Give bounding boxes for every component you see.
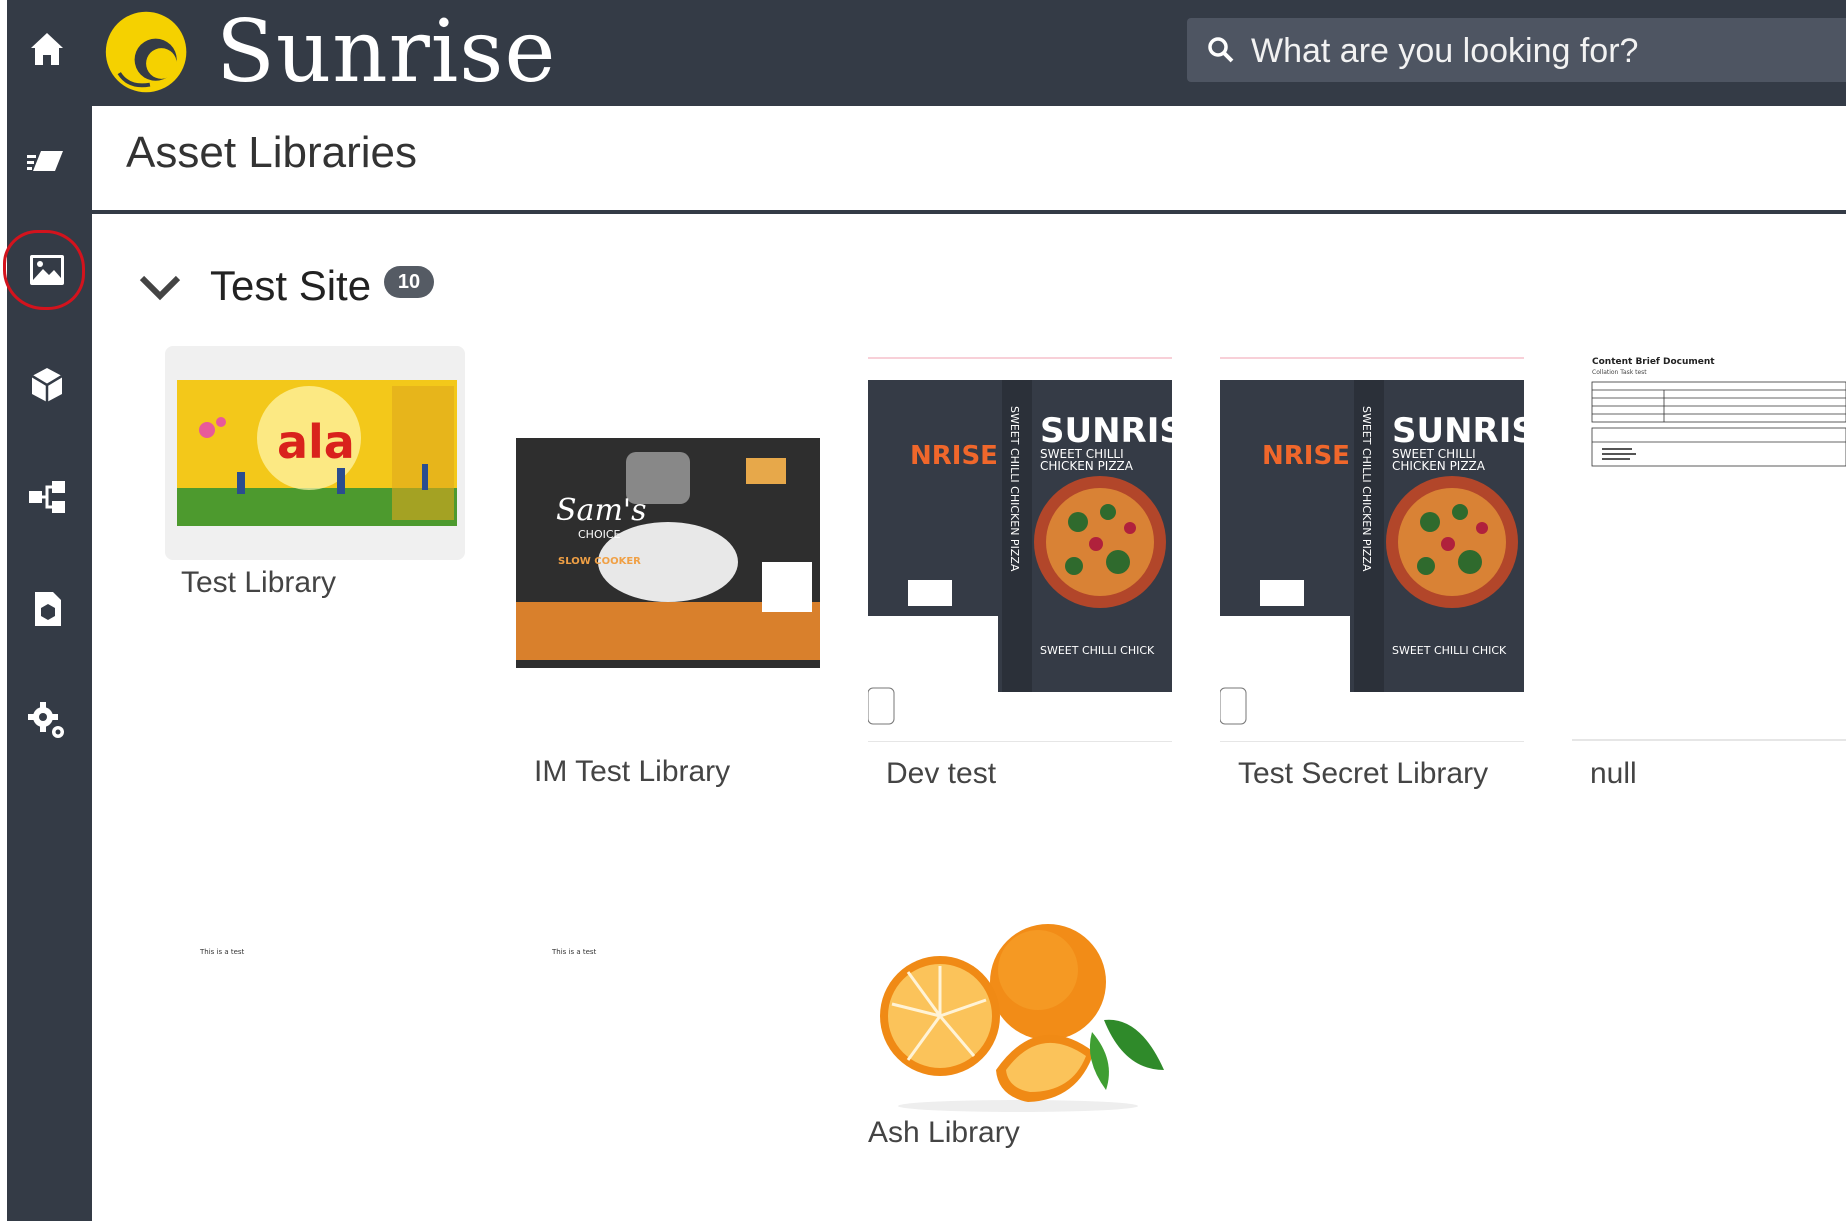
brand-name[interactable]: Sunrise	[216, 2, 556, 102]
sunrise-logo[interactable]	[100, 6, 196, 98]
library-thumbnail: NRISE SUNRISE SWEET CHILLI CHICKEN PIZZA…	[868, 352, 1172, 742]
library-thumbnail	[878, 920, 1168, 1114]
thumb-text-test: This is a test	[551, 948, 597, 956]
library-tile-test-secret-library[interactable]: NRISE SUNRISE SWEET CHILLI CHICKEN PIZZA…	[1220, 352, 1532, 800]
library-tile-null[interactable]: Content Brief Document Collation Task te…	[1572, 352, 1846, 800]
thumb-pizza-spine: SWEET CHILLI CHICKEN PIZZA	[1008, 406, 1021, 572]
library-tile-test-library[interactable]: ala Test Library	[165, 346, 469, 616]
library-label: Test Library	[181, 566, 337, 599]
thumb-sams-choice: CHOICE	[578, 528, 621, 541]
library-tile-im-test-library[interactable]: Sam's CHOICE SLOW COOKER IM Test Library	[516, 410, 828, 800]
nav-documents[interactable]	[22, 584, 72, 634]
home-icon	[31, 33, 63, 65]
library-label: null	[1590, 757, 1637, 790]
page-header: Asset Libraries	[92, 106, 1846, 214]
sidebar	[0, 0, 92, 1221]
thumb-pizza-footer: SWEET CHILLI CHICK	[1392, 644, 1507, 657]
document-cube-icon	[35, 592, 61, 626]
library-thumbnail: Sam's CHOICE SLOW COOKER	[516, 422, 820, 680]
thumb-pizza-brand-cut: NRISE	[1262, 441, 1350, 471]
thumb-doc-title: Content Brief Document	[1592, 357, 1715, 367]
library-label: Test Secret Library	[1238, 757, 1489, 790]
search-icon	[1208, 37, 1234, 63]
group-name: Test Site	[210, 262, 372, 309]
thumb-sams-product: SLOW COOKER	[558, 556, 641, 567]
library-thumbnail: Content Brief Document Collation Task te…	[1572, 352, 1846, 742]
library-tile-ash-library[interactable]: Ash Library	[868, 920, 1180, 1170]
chevron-down-icon[interactable]	[138, 272, 182, 302]
thumb-pizza-footer: SWEET CHILLI CHICK	[1040, 644, 1155, 657]
library-tile-dev-test[interactable]: NRISE SUNRISE SWEET CHILLI CHICKEN PIZZA…	[868, 352, 1180, 800]
nav-settings[interactable]	[22, 696, 72, 746]
nav-workflows[interactable]	[22, 472, 72, 522]
active-highlight-ring	[3, 230, 85, 310]
library-thumbnail: ala	[177, 380, 457, 526]
search-box[interactable]	[1187, 18, 1846, 82]
thumb-ala-brand: ala	[277, 415, 355, 469]
library-label: Ash Library	[868, 1116, 1020, 1149]
thumb-pizza-brand: SUNRISE	[1040, 411, 1172, 451]
library-thumbnail: This is a test	[520, 940, 820, 1140]
group-count-badge: 10	[384, 266, 434, 298]
nav-home[interactable]	[22, 24, 72, 74]
thumb-pizza-spine: SWEET CHILLI CHICKEN PIZZA	[1360, 406, 1373, 572]
library-label: IM Test Library	[534, 755, 731, 788]
thumb-sams-brand: Sam's	[556, 493, 647, 528]
page-title: Asset Libraries	[126, 128, 418, 177]
thumb-text-test: This is a test	[199, 948, 245, 956]
library-tile-untitled[interactable]: This is a test	[520, 940, 832, 1160]
library-thumbnail: NRISE SUNRISE SWEET CHILLI CHICKEN PIZZA…	[1220, 352, 1524, 742]
eraser-icon	[27, 151, 63, 171]
nav-tasks[interactable]	[22, 136, 72, 186]
thumb-pizza-sub2: CHICKEN PIZZA	[1040, 459, 1134, 473]
sidebar-edge	[0, 0, 7, 1221]
thumb-pizza-brand-cut: NRISE	[910, 441, 998, 471]
cube-icon	[31, 368, 63, 402]
library-tile-untitled[interactable]: This is a test	[168, 940, 480, 1160]
search-input[interactable]	[1249, 26, 1833, 76]
thumb-pizza-brand: SUNRISE	[1392, 411, 1524, 451]
gears-icon	[28, 702, 64, 738]
thumb-pizza-sub2: CHICKEN PIZZA	[1392, 459, 1486, 473]
library-thumbnail: This is a test	[168, 940, 468, 1140]
nav-products[interactable]	[22, 360, 72, 410]
thumb-doc-sub: Collation Task test	[1592, 369, 1647, 376]
workflow-icon	[29, 481, 65, 513]
library-label: Dev test	[886, 757, 997, 790]
top-bar: Sunrise	[92, 0, 1846, 106]
